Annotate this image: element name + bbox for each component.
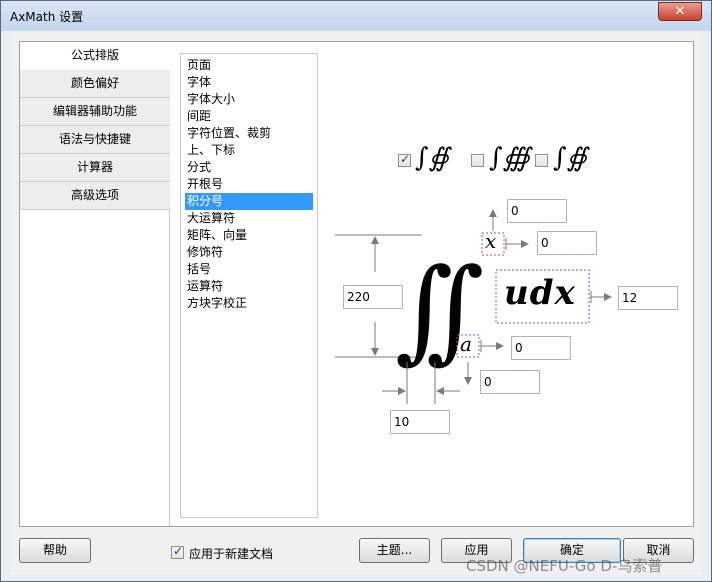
- lower-offset-y-field[interactable]: 0: [480, 370, 540, 394]
- lower-limit-text: a: [460, 332, 472, 356]
- integrand-spacing-field[interactable]: 12: [618, 286, 678, 310]
- upper-offset-x-field[interactable]: 0: [537, 231, 597, 255]
- theme-button[interactable]: 主题...: [359, 538, 430, 563]
- integral-sign-2: ∫: [426, 245, 484, 375]
- upper-limit-text: x: [485, 229, 497, 253]
- gap-field[interactable]: 10: [390, 410, 450, 434]
- settings-window: AxMath 设置 ✕ 公式排版 颜色偏好 编辑器辅助功能 语法与快捷键 计算器…: [0, 0, 712, 582]
- help-button[interactable]: 帮助: [19, 538, 91, 563]
- title-bar[interactable]: AxMath 设置 ✕: [1, 1, 711, 31]
- lower-offset-x-field[interactable]: 0: [511, 336, 571, 360]
- window-title: AxMath 设置: [10, 10, 84, 24]
- integrand-text: udx: [504, 273, 576, 313]
- apply-new-doc-label: 应用于新建文档: [189, 547, 274, 561]
- size-field[interactable]: 220: [343, 285, 403, 309]
- close-icon: ✕: [674, 4, 686, 19]
- settings-panel: 公式排版 颜色偏好 编辑器辅助功能 语法与快捷键 计算器 高级选项 页面 字体 …: [19, 41, 694, 527]
- watermark-text: CSDN @NEFU-Go D-乌索普: [466, 557, 663, 575]
- dialog-client: 公式排版 颜色偏好 编辑器辅助功能 语法与快捷键 计算器 高级选项 页面 字体 …: [9, 31, 703, 575]
- close-button[interactable]: ✕: [658, 2, 702, 21]
- apply-new-doc-checkbox[interactable]: [171, 544, 184, 559]
- upper-offset-y-field[interactable]: 0: [507, 199, 567, 223]
